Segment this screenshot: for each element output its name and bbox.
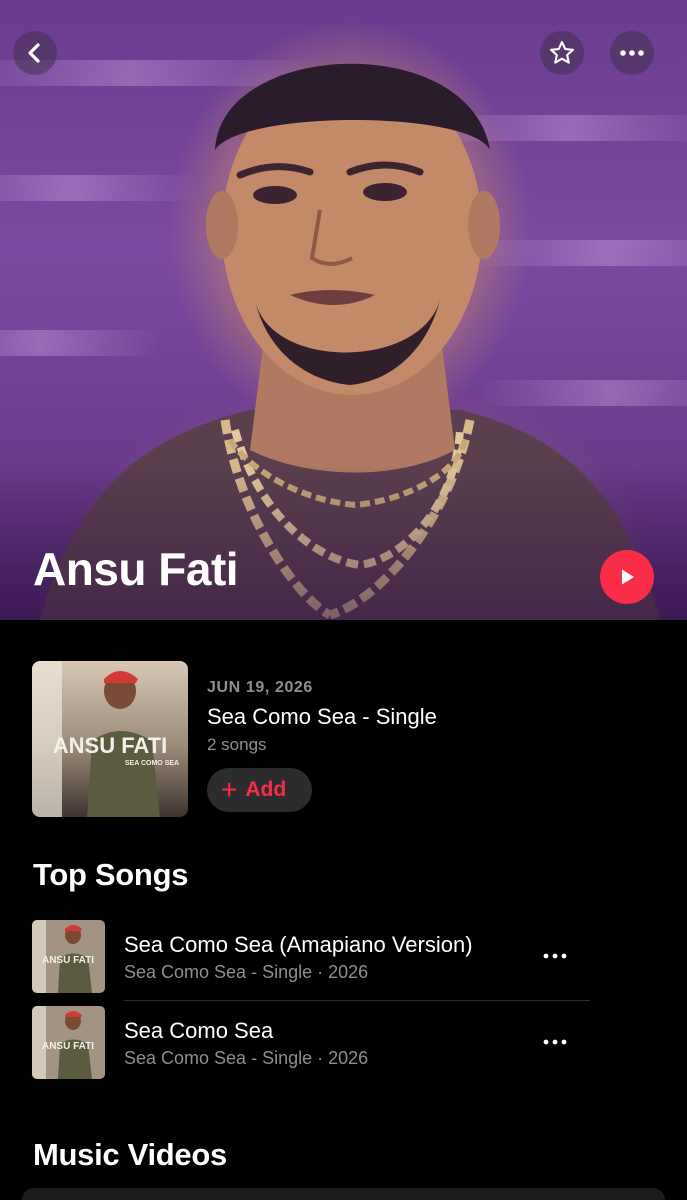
favorite-button[interactable]	[540, 31, 584, 75]
song-artwork: ANSU FATI	[32, 920, 105, 993]
album-art-artist-text: ANSU FATI	[53, 733, 167, 758]
artist-hero-image	[0, 0, 687, 620]
play-icon	[622, 569, 634, 585]
song-artwork: ANSU FATI	[32, 1006, 105, 1079]
release-song-count: 2 songs	[207, 735, 267, 754]
more-options-button[interactable]	[610, 31, 654, 75]
song-title: Sea Como Sea (Amapiano Version)	[124, 932, 473, 957]
svg-text:ANSU FATI: ANSU FATI	[42, 955, 94, 966]
song-row[interactable]: ANSU FATI Sea Como Sea (Amapiano Version…	[32, 920, 592, 994]
album-art-title-text: SEA COMO SEA	[125, 760, 179, 767]
song-title: Sea Como Sea	[124, 1018, 274, 1043]
ellipsis-icon	[543, 953, 567, 959]
song-row[interactable]: ANSU FATI Sea Como Sea Sea Como Sea - Si…	[32, 1006, 592, 1080]
chevron-left-icon	[28, 43, 40, 63]
artist-name: Ansu Fati	[33, 543, 239, 595]
play-button[interactable]	[600, 550, 654, 604]
song-more-button[interactable]	[540, 946, 570, 966]
star-icon	[549, 40, 575, 64]
ellipsis-icon	[620, 50, 644, 56]
album-art[interactable]: ANSU FATI SEA COMO SEA	[32, 661, 188, 817]
add-label: Add	[245, 778, 287, 801]
music-video-card[interactable]	[22, 1188, 665, 1200]
release-date: JUN 19, 2026	[207, 679, 313, 696]
plus-icon: +	[221, 774, 238, 805]
song-subtitle: Sea Como Sea - Single · 2026	[124, 1048, 369, 1068]
song-subtitle: Sea Como Sea - Single · 2026	[124, 962, 369, 982]
row-divider	[124, 1000, 590, 1001]
latest-release[interactable]: ANSU FATI SEA COMO SEA JUN 19, 2026 Sea …	[32, 661, 632, 817]
back-button[interactable]	[13, 31, 57, 75]
svg-text:ANSU FATI: ANSU FATI	[42, 1041, 94, 1052]
ellipsis-icon	[543, 1039, 567, 1045]
music-videos-heading[interactable]: Music Videos	[33, 1137, 227, 1173]
top-songs-heading[interactable]: Top Songs	[33, 857, 188, 893]
add-button[interactable]: + Add	[207, 768, 312, 812]
release-title[interactable]: Sea Como Sea - Single	[207, 704, 437, 730]
song-more-button[interactable]	[540, 1032, 570, 1052]
